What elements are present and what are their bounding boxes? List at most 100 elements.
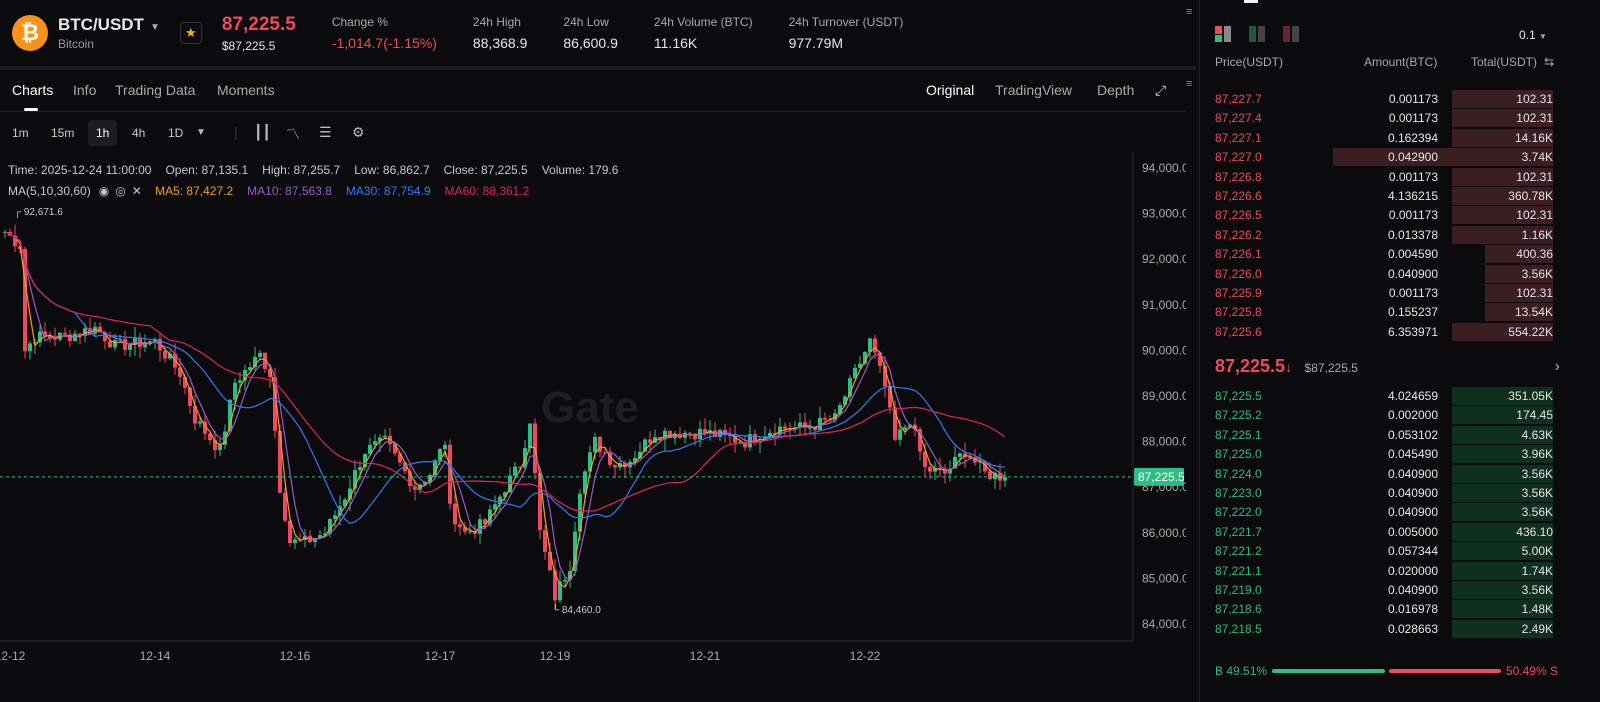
candlestick-type-icon[interactable]: ┃┃: [254, 124, 271, 141]
price: 87,226.8: [1215, 169, 1262, 184]
ask-row[interactable]: 87,226.0 0.040900 3.56K: [1215, 264, 1553, 283]
total: 1.16K: [1521, 227, 1553, 242]
drawing-tools-icon[interactable]: ☰: [319, 124, 332, 141]
view-tradingview[interactable]: TradingView: [995, 82, 1072, 98]
ask-row[interactable]: 87,225.8 0.155237 13.54K: [1215, 302, 1553, 322]
bid-row[interactable]: 87,222.0 0.040900 3.56K: [1215, 502, 1553, 522]
tab-trading-data[interactable]: Trading Data: [115, 82, 195, 98]
timeframe-15m[interactable]: 15m: [43, 120, 82, 146]
view-original[interactable]: Original: [926, 82, 974, 98]
bid-row[interactable]: 87,221.1 0.020000 1.74K: [1215, 561, 1553, 580]
ma-info: MA(5,10,30,60) ◉ ◎ ✕ MA5: 87,427.2 MA10: 87,…: [8, 184, 543, 198]
ask-row[interactable]: 87,226.5 0.001173 102.31: [1215, 205, 1553, 225]
bid-row[interactable]: 87,219.0 0.040900 3.56K: [1215, 580, 1553, 599]
bid-row[interactable]: 87,221.7 0.005000 436.10: [1215, 522, 1553, 541]
timeframe-1m[interactable]: 1m: [4, 120, 37, 146]
amount: 0.053102: [1387, 427, 1438, 442]
chevron-right-icon[interactable]: ›: [1555, 358, 1560, 376]
candle-body: [538, 472, 542, 531]
ask-row[interactable]: 87,225.9 0.001173 102.31: [1215, 283, 1553, 302]
amount: 4.024659: [1387, 389, 1438, 403]
x-tick-label: 12-16: [280, 649, 311, 663]
settings-icon[interactable]: ⚙: [352, 124, 365, 141]
amount: 0.016978: [1387, 602, 1438, 617]
amount: 0.057344: [1387, 544, 1438, 559]
x-tick-label: 12-12: [0, 649, 26, 663]
ask-row[interactable]: 87,226.1 0.004590 400.36: [1215, 244, 1553, 264]
eye-icon[interactable]: ◉: [99, 184, 109, 198]
candle-body: [528, 423, 532, 449]
candle-body: [688, 432, 692, 434]
precision-select[interactable]: 0.1 ▼: [1519, 28, 1547, 42]
low-marker-label: └ 84,460.0: [552, 603, 601, 616]
timeframe-1d[interactable]: 1D: [160, 120, 191, 146]
candle-body: [283, 492, 287, 521]
amount: 0.001173: [1388, 111, 1438, 126]
candle-body: [443, 444, 447, 449]
fullscreen-icon[interactable]: ⤢: [1155, 82, 1166, 99]
indicators-icon[interactable]: 〽: [286, 124, 300, 144]
view-depth[interactable]: Depth: [1097, 82, 1134, 98]
tab-charts[interactable]: Charts: [12, 82, 53, 111]
candle-body: [783, 426, 787, 429]
bid-row[interactable]: 87,221.2 0.057344 5.00K: [1215, 541, 1553, 561]
orderbook-bids-view-icon[interactable]: [1249, 26, 1265, 42]
ask-row[interactable]: 87,227.1 0.162394 14.16K: [1215, 128, 1553, 147]
price-chart[interactable]: Gate 94,000.0 93,000.0 92,000.0 91,000.0 90,0…: [0, 152, 1186, 667]
price: 87,219.0: [1215, 583, 1262, 597]
bid-row[interactable]: 87,225.1 0.053102 4.63K: [1215, 425, 1553, 444]
ask-row[interactable]: 87,226.6 4.136215 360.78K: [1215, 186, 1553, 205]
bid-row[interactable]: 87,218.6 0.016978 1.48K: [1215, 599, 1553, 619]
settings-icon[interactable]: ◎: [115, 184, 125, 198]
stat-3: 24h Volume (BTC) 11.16K: [654, 15, 753, 51]
candle-body: [468, 531, 472, 533]
bid-row[interactable]: 87,224.0 0.040900 3.56K: [1215, 464, 1553, 483]
ohlc-close: Close: 87,225.5: [443, 163, 528, 177]
ohlc-open: Open: 87,135.1: [165, 163, 249, 177]
bid-row[interactable]: 87,223.0 0.040900 3.56K: [1215, 483, 1553, 502]
close-icon[interactable]: ✕: [132, 184, 142, 198]
ma-label: MA(5,10,30,60): [8, 184, 91, 198]
header-total[interactable]: Total(USDT): [1471, 55, 1537, 69]
timeframe-dropdown-icon[interactable]: ▼: [196, 127, 206, 138]
favorite-star-icon[interactable]: ★: [179, 22, 202, 44]
mid-price[interactable]: 87,225.5↓ $87,225.5 ›: [1215, 356, 1560, 377]
total: 14.16K: [1514, 130, 1553, 145]
price: 87,226.1: [1215, 247, 1262, 262]
candle-body: [543, 530, 547, 552]
timeframe-4h[interactable]: 4h: [124, 120, 153, 146]
amount: 0.040900: [1387, 505, 1438, 520]
timeframe-1h[interactable]: 1h: [88, 120, 118, 146]
price: 87,226.2: [1215, 227, 1262, 242]
price: 87,225.9: [1215, 286, 1262, 300]
ask-row[interactable]: 87,226.2 0.013378 1.16K: [1215, 225, 1553, 244]
y-tick-label: 85,000.0: [1142, 571, 1186, 585]
total: 3.74K: [1521, 150, 1553, 165]
swap-icon[interactable]: ⇆: [1544, 55, 1554, 69]
ask-row[interactable]: 87,227.0 0.042900 3.74K: [1215, 147, 1553, 167]
ask-row[interactable]: 87,225.6 6.353971 554.22K: [1215, 322, 1553, 341]
order-book: 0.1 ▼ Price(USDT) Amount(BTC) Total(USDT…: [1200, 0, 1600, 702]
pair-selector[interactable]: BTC/USDT ▼ Bitcoin: [58, 15, 160, 51]
bid-row[interactable]: 87,225.5 4.024659 351.05K: [1215, 386, 1553, 405]
amount: 0.005000: [1387, 524, 1438, 539]
price: 87,225.2: [1215, 408, 1262, 423]
ask-row[interactable]: 87,227.4 0.001173 102.31: [1215, 108, 1553, 128]
tab-info[interactable]: Info: [73, 82, 96, 98]
orderbook-asks-view-icon[interactable]: [1283, 26, 1299, 42]
bid-row[interactable]: 87,225.0 0.045490 3.96K: [1215, 444, 1553, 464]
total: 13.54K: [1514, 305, 1553, 320]
candle-body: [28, 343, 32, 352]
total: 1.48K: [1521, 602, 1553, 617]
bid-row[interactable]: 87,218.5 0.028663 2.49K: [1215, 619, 1553, 638]
tab-moments[interactable]: Moments: [217, 82, 275, 98]
bid-row[interactable]: 87,225.2 0.002000 174.45: [1215, 405, 1553, 425]
candle-body: [988, 471, 992, 480]
ask-row[interactable]: 87,227.7 0.001173 102.31: [1215, 89, 1553, 108]
total: 3.56K: [1521, 505, 1553, 520]
orderbook-both-view-icon[interactable]: [1215, 26, 1231, 42]
panel-resize-handle[interactable]: ≡ ≡: [1186, 0, 1200, 702]
price: 87,226.5: [1215, 208, 1262, 223]
amount: 0.040900: [1387, 266, 1438, 281]
ask-row[interactable]: 87,226.8 0.001173 102.31: [1215, 167, 1553, 186]
